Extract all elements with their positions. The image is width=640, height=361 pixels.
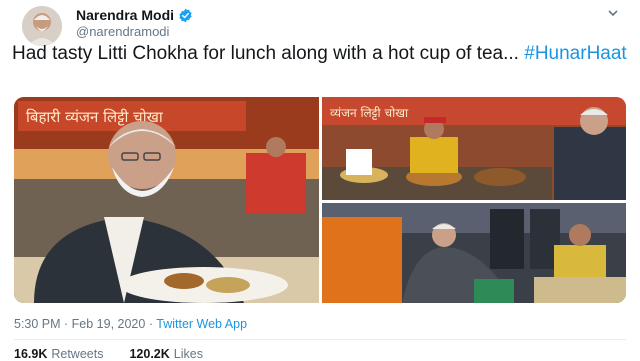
author-handle[interactable]: @narendramodi <box>76 24 169 39</box>
tweet-text: Had tasty Litti Chokha for lunch along w… <box>12 42 628 65</box>
author-name[interactable]: Narendra Modi <box>76 7 174 23</box>
tweet-stats: 16.9K Retweets 120.2K Likes <box>14 347 203 361</box>
retweets-label: Retweets <box>51 347 104 361</box>
chevron-down-icon[interactable] <box>606 6 620 23</box>
verified-badge-icon <box>178 8 193 23</box>
tweet-meta: 5:30 PM · Feb 19, 2020 · Twitter Web App <box>14 317 248 331</box>
likes-label: Likes <box>173 347 203 361</box>
photo-2[interactable]: व्यंजन लिट्टी चोखा <box>322 97 626 200</box>
stall-banner-text-2: व्यंजन लिट्टी चोखा <box>330 106 409 120</box>
retweets-count: 16.9K <box>14 347 48 361</box>
avatar[interactable] <box>22 6 62 46</box>
retweets-stat[interactable]: 16.9K Retweets <box>14 347 103 361</box>
source-link[interactable]: Twitter Web App <box>156 317 247 331</box>
likes-stat[interactable]: 120.2K Likes <box>129 347 203 361</box>
tweet-body: Had tasty Litti Chokha for lunch along w… <box>12 43 519 64</box>
divider <box>14 339 626 340</box>
author-row: Narendra Modi <box>76 7 193 23</box>
photo-3[interactable] <box>322 203 626 303</box>
likes-count: 120.2K <box>129 347 170 361</box>
timestamp[interactable]: 5:30 PM · Feb 19, 2020 <box>14 317 145 331</box>
photo-1[interactable]: बिहारी व्यंजन लिट्टी चोखा <box>14 97 319 303</box>
hashtag-link[interactable]: #HunarHaat <box>524 43 626 64</box>
tweet-media-grid[interactable]: बिहारी व्यंजन लिट्टी चोखा व्यंजन लिट्टी … <box>14 97 626 303</box>
